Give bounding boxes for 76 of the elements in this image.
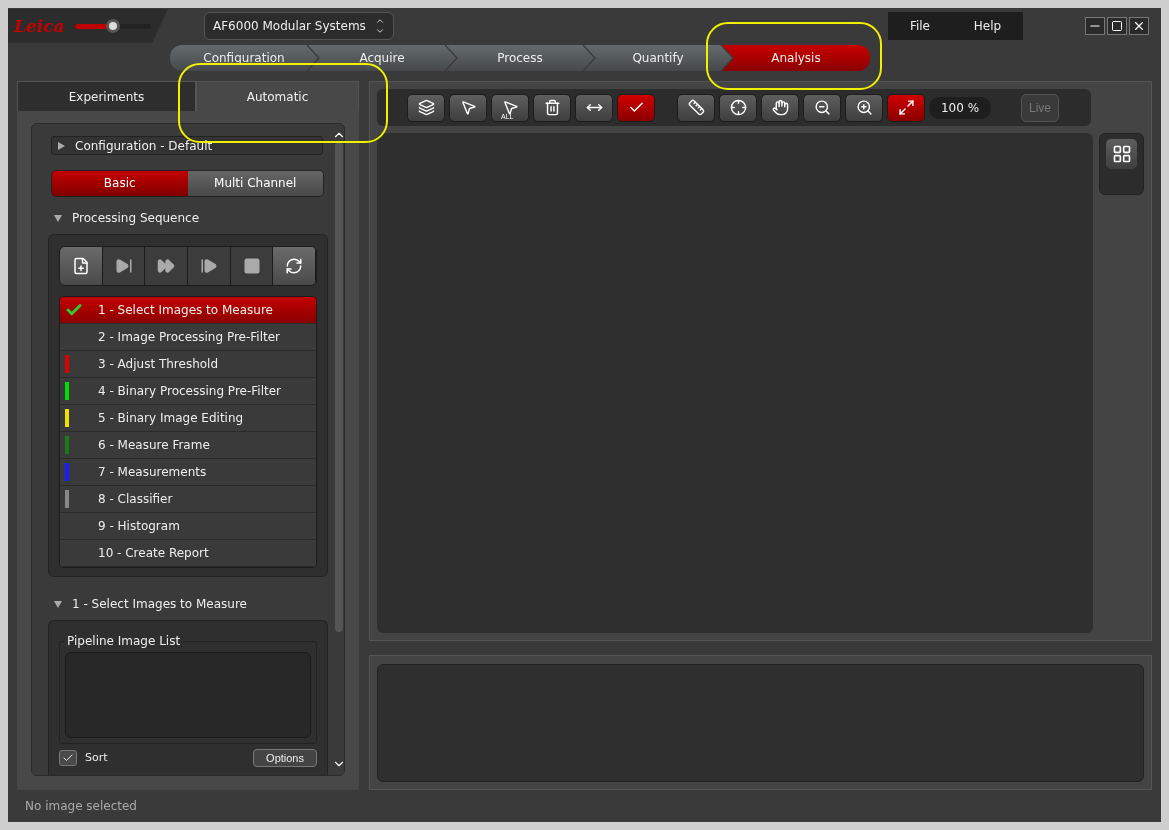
workflow-step[interactable]: Acquire xyxy=(308,45,456,71)
workflow-step[interactable]: Analysis xyxy=(722,45,870,71)
sequence-step[interactable]: 1 - Select Images to Measure xyxy=(60,296,316,324)
select-button[interactable] xyxy=(449,93,487,122)
pan-button[interactable] xyxy=(761,93,799,122)
menu-item[interactable]: Help xyxy=(973,19,1002,33)
sort-label: Sort xyxy=(85,751,108,765)
step-forward-icon xyxy=(199,256,218,275)
group-legend: Pipeline Image List xyxy=(64,634,184,648)
sequence-step[interactable]: 2 - Image Processing Pre-Filter xyxy=(60,323,316,351)
zoom-out-icon xyxy=(813,99,831,116)
stop-icon xyxy=(242,256,261,275)
skip-icon xyxy=(114,256,133,275)
scrollbar-thumb[interactable] xyxy=(335,142,343,632)
fast-forward-icon xyxy=(157,256,176,275)
sort-checkbox[interactable] xyxy=(59,750,77,766)
hand-icon xyxy=(771,99,789,116)
resume-button[interactable] xyxy=(188,246,231,285)
status-text: No image selected xyxy=(25,799,137,813)
new-file-icon xyxy=(71,256,90,275)
step-button[interactable] xyxy=(102,246,146,285)
add-step-button[interactable] xyxy=(60,246,103,285)
zoom-in-button[interactable] xyxy=(845,93,883,122)
workflow-step[interactable]: Process xyxy=(446,45,594,71)
sequence-step[interactable]: 8 - Classifier xyxy=(60,485,316,513)
close-icon xyxy=(1132,19,1146,33)
layout-button[interactable] xyxy=(1099,133,1144,195)
zoom-out-button[interactable] xyxy=(803,93,841,122)
maximize-button[interactable] xyxy=(1107,17,1127,35)
crosshair-button[interactable] xyxy=(719,93,757,122)
span-button[interactable] xyxy=(575,93,613,122)
sequence-step[interactable]: 4 - Binary Processing Pre-Filter xyxy=(60,377,316,405)
updown-icon xyxy=(375,16,385,36)
zoom-in-icon xyxy=(855,99,873,116)
loop-button[interactable] xyxy=(273,246,316,285)
minimize-button[interactable] xyxy=(1085,17,1105,35)
options-button[interactable]: Options xyxy=(253,749,317,767)
panel-tab[interactable]: Automatic xyxy=(196,81,359,111)
delete-button[interactable] xyxy=(533,93,571,122)
logo: Leica xyxy=(14,16,65,36)
section-expander[interactable]: Processing Sequence xyxy=(48,210,328,226)
workflow-step[interactable]: Quantify xyxy=(584,45,732,71)
grid-icon xyxy=(1111,144,1132,164)
pointer-icon xyxy=(501,99,519,116)
sequence-step[interactable]: 3 - Adjust Threshold xyxy=(60,350,316,378)
mode-button[interactable]: Multi Channel xyxy=(187,171,323,196)
sequence-step[interactable]: 5 - Binary Image Editing xyxy=(60,404,316,432)
sequence-step[interactable]: 7 - Measurements xyxy=(60,458,316,486)
system-select[interactable]: AF6000 Modular Systems xyxy=(204,12,394,40)
check-icon xyxy=(62,752,74,764)
check-button[interactable] xyxy=(617,93,655,122)
sequence-step[interactable]: 10 - Create Report xyxy=(60,539,316,567)
workflow-step[interactable]: Configuration xyxy=(170,45,318,71)
ruler-button[interactable] xyxy=(677,93,715,122)
configuration-expander[interactable]: Configuration - Default xyxy=(51,136,323,156)
sequence-step[interactable]: 6 - Measure Frame xyxy=(60,431,316,459)
layers-icon xyxy=(417,99,435,116)
layers-button[interactable] xyxy=(407,93,445,122)
panel-tab[interactable]: Experiments xyxy=(17,81,197,111)
crosshair-icon xyxy=(729,99,747,116)
section-expander[interactable]: 1 - Select Images to Measure xyxy=(48,596,328,612)
ruler-icon xyxy=(687,99,705,116)
pointer-icon xyxy=(459,99,477,116)
zoom-value: 100 % xyxy=(929,96,991,119)
maximize-icon xyxy=(1111,20,1123,32)
stop-button[interactable] xyxy=(230,246,274,285)
slider-thumb[interactable] xyxy=(105,18,120,33)
fit-button[interactable] xyxy=(887,93,925,122)
loop-icon xyxy=(285,256,304,275)
sequence-step[interactable]: 9 - Histogram xyxy=(60,512,316,540)
fit-icon xyxy=(897,99,915,116)
close-button[interactable] xyxy=(1129,17,1149,35)
mode-button[interactable]: Basic xyxy=(52,171,188,196)
trash-icon xyxy=(543,99,561,116)
menu-item[interactable]: File xyxy=(909,19,930,33)
run-button[interactable] xyxy=(145,246,188,285)
